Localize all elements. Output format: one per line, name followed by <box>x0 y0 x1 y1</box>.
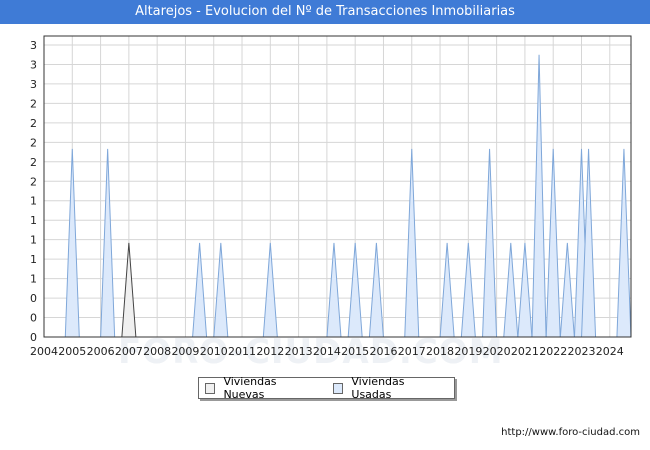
x-tick-label: 2024 <box>596 345 624 358</box>
y-tick-label: 2 <box>30 97 37 110</box>
usadas-peak <box>64 148 80 338</box>
usadas-peak <box>326 242 342 338</box>
y-tick-label: 1 <box>30 253 37 266</box>
usadas-peak <box>100 148 116 338</box>
legend-label-usadas: Viviendas Usadas <box>351 375 405 401</box>
usadas-peak <box>616 148 632 338</box>
x-tick-label: 2010 <box>200 345 228 358</box>
x-tick-label: 2022 <box>539 345 567 358</box>
usadas-peak <box>503 242 519 338</box>
y-tick-label: 1 <box>30 214 37 227</box>
usadas-peak <box>368 242 384 338</box>
legend: Viviendas Nuevas Viviendas Usadas <box>198 375 455 401</box>
x-tick-label: 2021 <box>511 345 539 358</box>
x-tick-label: 2018 <box>426 345 454 358</box>
usadas-peak <box>213 242 229 338</box>
usadas-peak <box>545 148 561 338</box>
usadas-peak <box>262 242 278 338</box>
y-tick-label: 2 <box>30 156 37 169</box>
y-tick-label: 1 <box>30 234 37 247</box>
y-tick-label: 0 <box>30 292 37 305</box>
footer-url[interactable]: http://www.foro-ciudad.com <box>501 427 640 438</box>
legend-swatch-nuevas <box>205 382 216 394</box>
x-tick-label: 2014 <box>313 345 341 358</box>
legend-item-nuevas: Viviendas Nuevas <box>205 375 315 401</box>
usadas-peak <box>460 242 476 338</box>
x-tick-label: 2012 <box>256 345 284 358</box>
usadas-peak <box>439 242 455 338</box>
x-tick-label: 2004 <box>30 345 58 358</box>
y-tick-label: 2 <box>30 117 37 130</box>
y-tick-label: 2 <box>30 175 37 188</box>
series-layer <box>64 54 632 338</box>
x-tick-label: 2017 <box>398 345 426 358</box>
usadas-peak <box>347 242 363 338</box>
usadas-peak <box>482 148 498 338</box>
legend-swatch-usadas <box>332 382 344 394</box>
usadas-peak <box>517 242 533 338</box>
x-tick-label: 2008 <box>143 345 171 358</box>
y-axis-ticks: 0 0 0 1 1 1 1 1 2 2 2 2 2 3 3 3 <box>30 39 37 344</box>
nuevas-peak <box>121 242 137 338</box>
x-tick-label: 2015 <box>341 345 369 358</box>
legend-item-usadas: Viviendas Usadas <box>332 375 442 401</box>
y-tick-label: 2 <box>30 136 37 149</box>
x-tick-label: 2011 <box>228 345 256 358</box>
usadas-peak <box>559 242 575 338</box>
x-tick-label: 2005 <box>58 345 86 358</box>
y-tick-label: 3 <box>30 58 37 71</box>
x-axis-ticks: 2004 2005 2006 2007 2008 2009 2010 2011 2012 2013… <box>30 345 624 358</box>
x-tick-label: 2020 <box>483 345 511 358</box>
x-tick-label: 2013 <box>285 345 313 358</box>
y-tick-label: 3 <box>30 78 37 91</box>
usadas-peak <box>404 148 420 338</box>
x-tick-label: 2006 <box>87 345 115 358</box>
x-tick-label: 2019 <box>454 345 482 358</box>
x-tick-label: 2016 <box>369 345 397 358</box>
legend-label-nuevas: Viviendas Nuevas <box>223 375 277 401</box>
usadas-peak <box>531 54 547 338</box>
y-tick-label: 1 <box>30 195 37 208</box>
y-tick-label: 0 <box>30 331 37 344</box>
y-tick-label: 3 <box>30 39 37 52</box>
x-tick-label: 2009 <box>171 345 199 358</box>
y-tick-label: 1 <box>30 273 37 286</box>
x-tick-label: 2007 <box>115 345 143 358</box>
usadas-peak <box>192 242 208 338</box>
x-tick-label: 2023 <box>567 345 595 358</box>
y-tick-label: 0 <box>30 312 37 325</box>
